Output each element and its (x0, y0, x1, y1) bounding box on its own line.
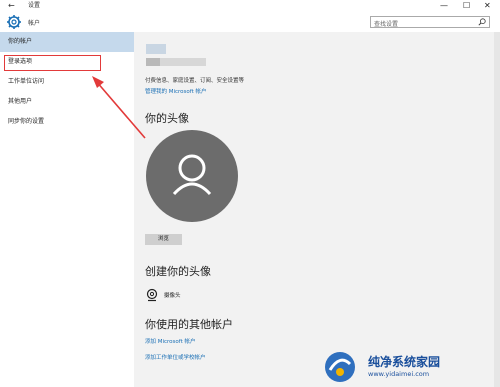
settings-window: ← 设置 — ☐ ✕ 帐户 查找设置 你的帐户 登录选项 工作单位访问 其他用户… (0, 0, 500, 387)
other-accounts-heading: 你使用的其他帐户 (145, 318, 233, 331)
sidebar-item-your-account[interactable]: 你的帐户 (0, 32, 134, 52)
watermark: 纯净系统家园 www.yidaimei.com (320, 350, 495, 384)
manage-account-link[interactable]: 管理我的 Microsoft 帐户 (145, 87, 207, 95)
sidebar-item-label: 你的帐户 (8, 38, 33, 45)
watermark-url: www.yidaimei.com (368, 370, 430, 378)
account-info-text: 付费信息、家庭设置、订阅、安全设置等 (145, 78, 245, 84)
sidebar-item-sync-settings[interactable]: 同步你的设置 (0, 112, 134, 132)
back-button[interactable]: ← (8, 1, 15, 11)
sidebar-item-label: 其他用户 (8, 98, 33, 105)
camera-label[interactable]: 摄像头 (164, 291, 181, 299)
minimize-button[interactable]: — (440, 1, 448, 11)
blurred-account-email-part (146, 58, 160, 66)
title-bar: ← 设置 — ☐ ✕ (0, 0, 500, 12)
sidebar-item-label: 工作单位访问 (8, 78, 45, 85)
maximize-button[interactable]: ☐ (463, 1, 470, 11)
add-microsoft-account-link[interactable]: 添加 Microsoft 帐户 (145, 337, 196, 345)
close-button[interactable]: ✕ (484, 1, 491, 11)
highlight-box (4, 55, 101, 71)
gear-icon (7, 15, 21, 29)
sidebar-item-other-users[interactable]: 其他用户 (0, 92, 134, 112)
create-avatar-heading: 创建你的头像 (145, 265, 211, 278)
camera-icon[interactable] (145, 288, 159, 302)
watermark-logo-icon (325, 352, 355, 382)
search-input[interactable]: 查找设置 (370, 16, 490, 28)
main-content: 付费信息、家庭设置、订阅、安全设置等 管理我的 Microsoft 帐户 你的头… (134, 32, 500, 387)
browse-button[interactable]: 浏览 (145, 234, 182, 245)
blurred-account-name (146, 44, 166, 54)
search-icon[interactable] (478, 18, 486, 26)
user-icon (172, 154, 212, 196)
page-header: 帐户 查找设置 (0, 12, 500, 32)
scrollbar[interactable] (494, 32, 500, 387)
avatar-heading: 你的头像 (145, 112, 189, 125)
sidebar: 你的帐户 登录选项 工作单位访问 其他用户 同步你的设置 (0, 32, 134, 387)
avatar (146, 130, 238, 222)
page-title: 帐户 (28, 20, 41, 27)
window-title: 设置 (28, 2, 41, 9)
watermark-text: 纯净系统家园 (368, 355, 441, 369)
search-placeholder: 查找设置 (374, 21, 399, 28)
sidebar-item-label: 同步你的设置 (8, 118, 45, 125)
add-work-account-link[interactable]: 添加工作单位或学校帐户 (145, 353, 206, 361)
sidebar-item-work-access[interactable]: 工作单位访问 (0, 72, 134, 92)
